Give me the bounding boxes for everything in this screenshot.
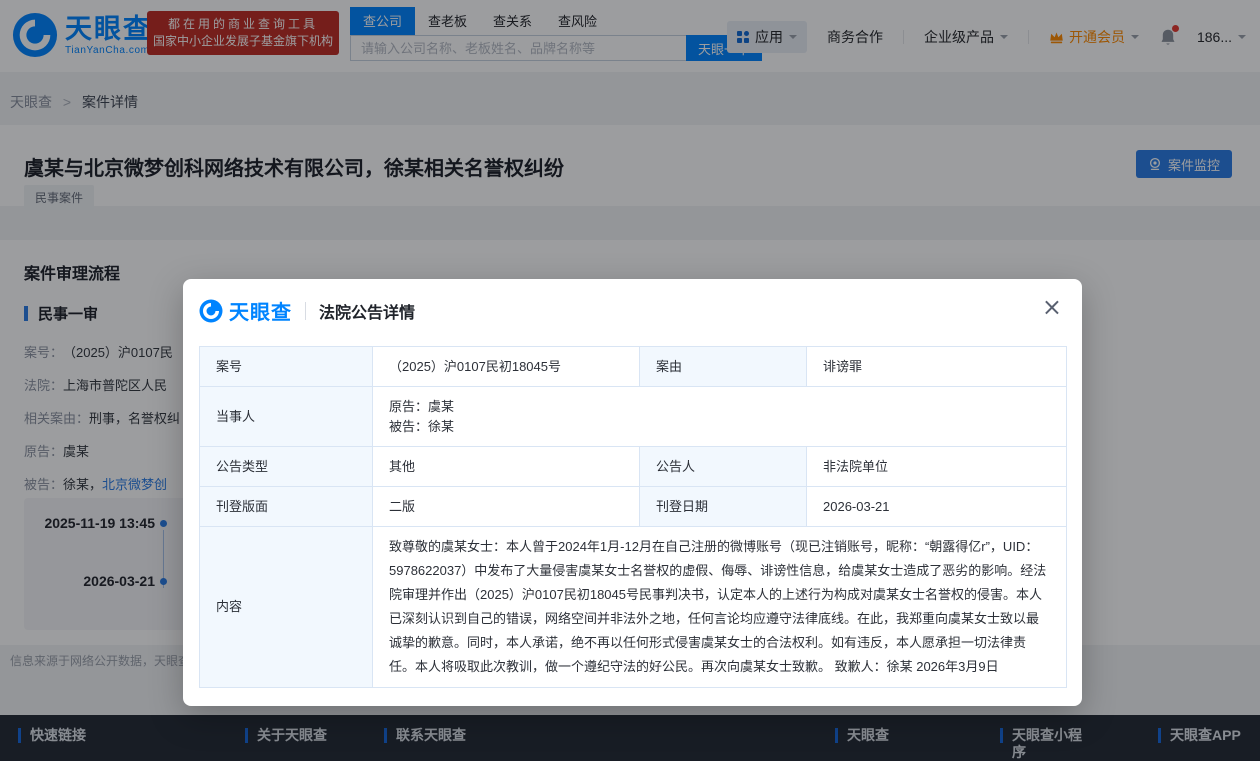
cell-parties: 原告：虞某 被告：徐某 xyxy=(373,387,1067,447)
close-icon[interactable]: × xyxy=(1042,295,1062,319)
modal-title: 法院公告详情 xyxy=(319,299,415,323)
modal-header: 天眼查 法院公告详情 × xyxy=(199,279,1066,336)
page: 天眼查 TianYanCha.com 都在用的商业查询工具 国家中小企业发展子基… xyxy=(0,0,1260,761)
table-row: 案号 （2025）沪0107民初18045号 案由 诽谤罪 xyxy=(200,347,1067,387)
cell-type: 其他 xyxy=(373,447,640,487)
cell-cause: 诽谤罪 xyxy=(807,347,1067,387)
tianyancha-logo-icon xyxy=(199,299,223,323)
cell-case-no: （2025）沪0107民初18045号 xyxy=(373,347,640,387)
table-row: 内容 致尊敬的虞某女士：本人曾于2024年1月-12月在自己注册的微博账号（现已… xyxy=(200,527,1067,688)
cell-date: 2026-03-21 xyxy=(807,487,1067,527)
cell-announcer-label: 公告人 xyxy=(640,447,807,487)
defendant-line: 被告：徐某 xyxy=(389,417,1050,437)
announcement-table: 案号 （2025）沪0107民初18045号 案由 诽谤罪 当事人 原告：虞某 … xyxy=(199,346,1067,688)
table-row: 公告类型 其他 公告人 非法院单位 xyxy=(200,447,1067,487)
table-row: 刊登版面 二版 刊登日期 2026-03-21 xyxy=(200,487,1067,527)
cell-page-label: 刊登版面 xyxy=(200,487,373,527)
cell-content: 致尊敬的虞某女士：本人曾于2024年1月-12月在自己注册的微博账号（现已注销账… xyxy=(373,527,1067,688)
cell-cause-label: 案由 xyxy=(640,347,807,387)
cell-case-no-label: 案号 xyxy=(200,347,373,387)
cell-parties-label: 当事人 xyxy=(200,387,373,447)
divider xyxy=(305,302,306,320)
cell-announcer: 非法院单位 xyxy=(807,447,1067,487)
plaintiff-line: 原告：虞某 xyxy=(389,397,1050,417)
cell-date-label: 刊登日期 xyxy=(640,487,807,527)
cell-page: 二版 xyxy=(373,487,640,527)
court-announcement-modal: 天眼查 法院公告详情 × 案号 （2025）沪0107民初18045号 案由 诽… xyxy=(183,279,1082,706)
modal-brand: 天眼查 xyxy=(229,296,292,325)
cell-type-label: 公告类型 xyxy=(200,447,373,487)
cell-content-label: 内容 xyxy=(200,527,373,688)
table-row: 当事人 原告：虞某 被告：徐某 xyxy=(200,387,1067,447)
